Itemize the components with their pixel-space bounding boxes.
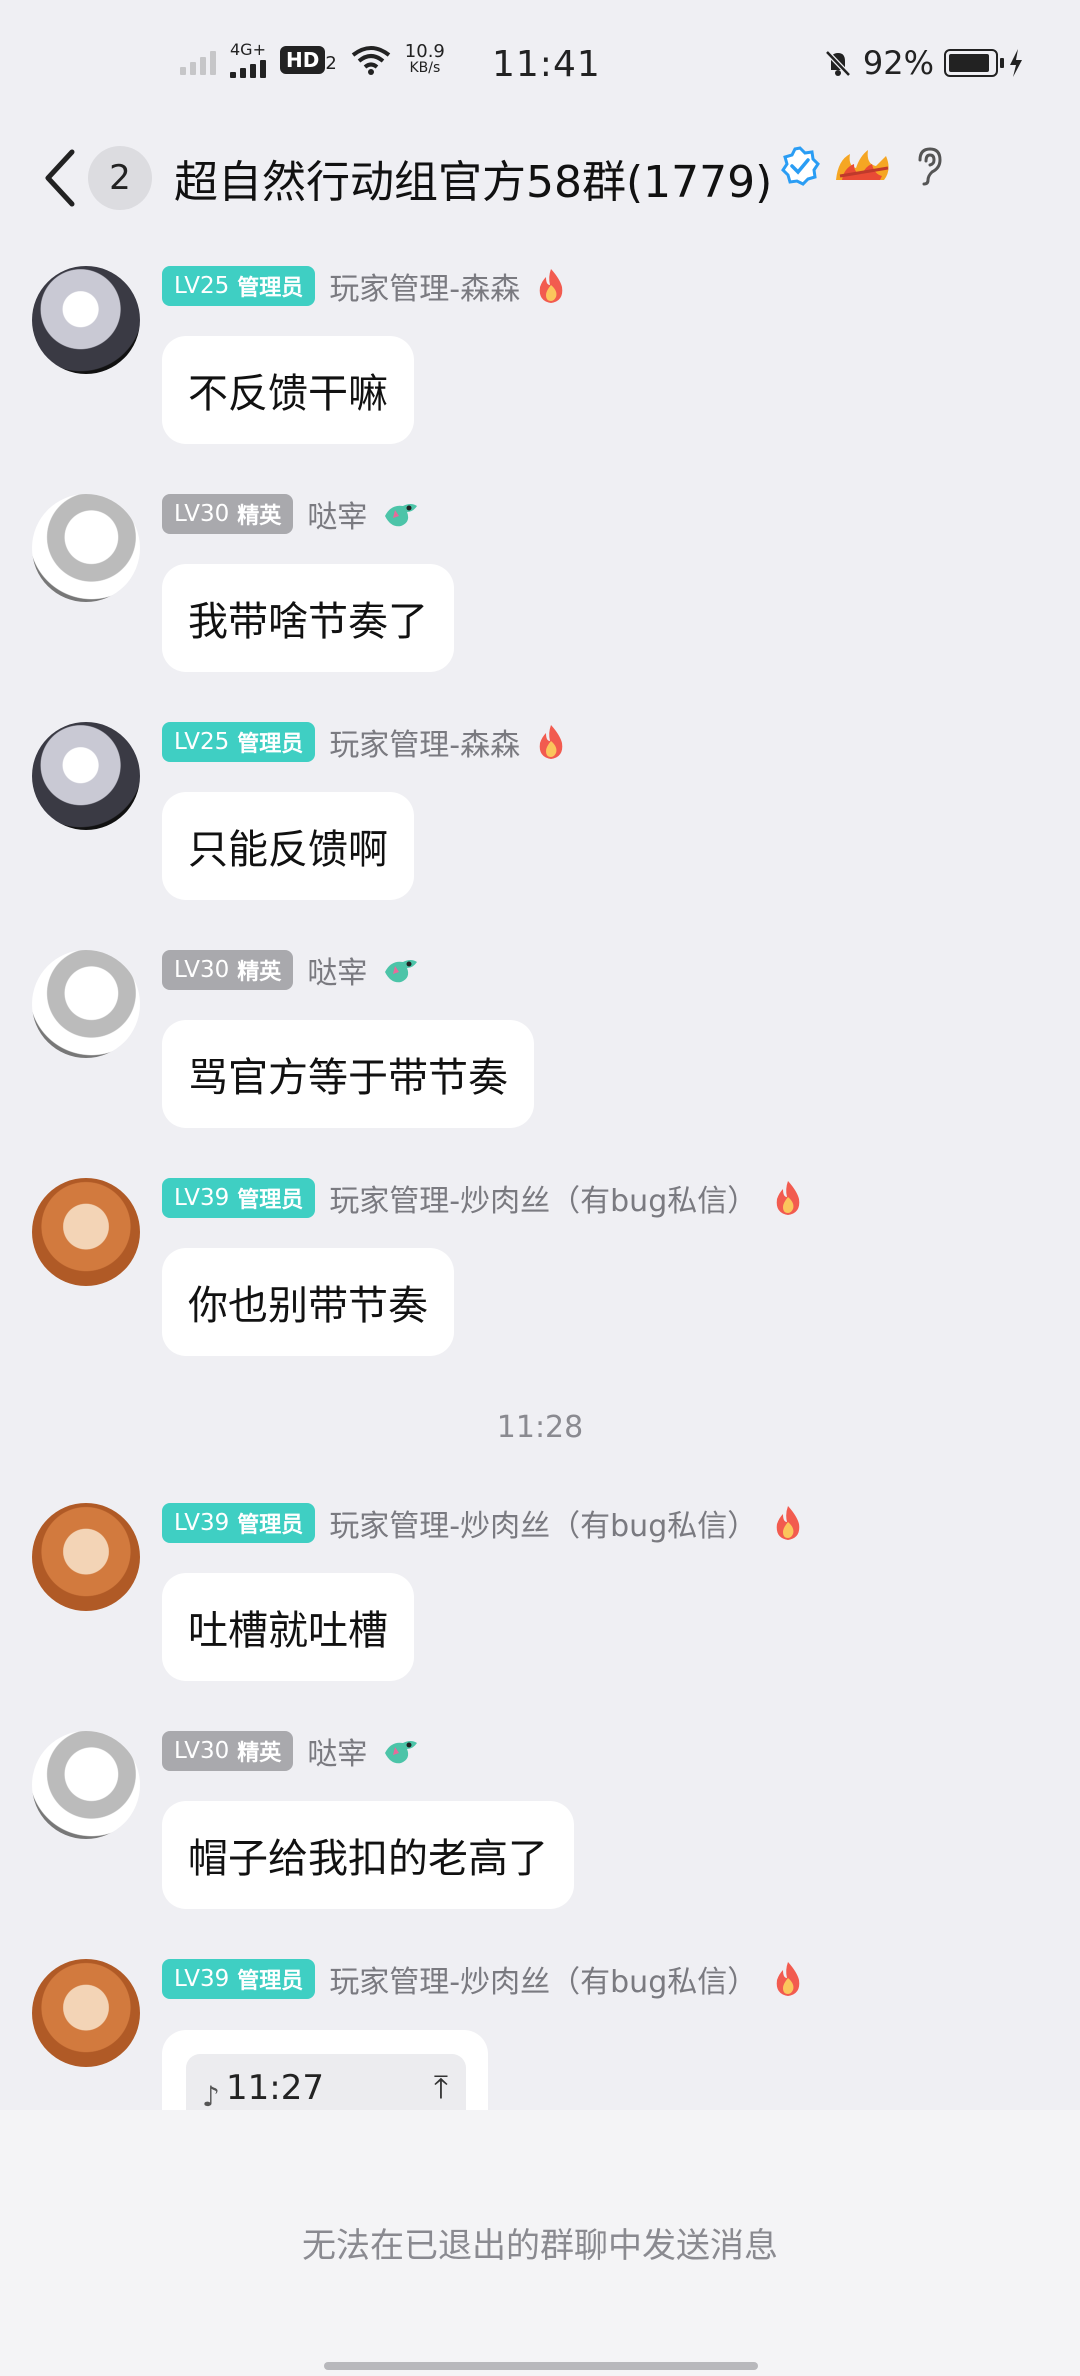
avatar[interactable] [32,1178,140,1286]
music-note-icon: ♪ [202,2080,220,2113]
avatar[interactable] [32,266,140,374]
sender-name[interactable]: 哒宰 [307,948,367,992]
level-badge: LV30 精英 [162,950,294,990]
message-bubble[interactable]: 我带啥节奏了 [162,564,454,672]
message-bubble[interactable]: 骂官方等于带节奏 [162,1020,534,1128]
sim1-signal-icon [180,45,216,75]
sender-name[interactable]: 哒宰 [307,492,367,536]
message-bubble[interactable]: 吐槽就吐槽 [162,1573,414,1681]
fire-title-icon [776,1181,800,1215]
avatar[interactable] [32,1959,140,2067]
sender-name[interactable]: 玩家管理-炒肉丝（有bug私信） [329,1176,757,1220]
level-badge: LV39 管理员 [162,1178,316,1218]
level-badge: LV39 管理员 [162,1959,316,1999]
ear-icon[interactable] [912,146,946,186]
mute-bell-icon [825,50,851,77]
pin-top-icon: ⤒ [433,2068,448,2106]
input-area-disabled: 无法在已退出的群聊中发送消息 [0,2110,1080,2376]
sender-name[interactable]: 玩家管理-炒肉丝（有bug私信） [329,1957,757,2001]
sender-name[interactable]: 玩家管理-炒肉丝（有bug私信） [329,1501,757,1545]
level-badge: LV25 管理员 [162,722,316,762]
level-badge: LV39 管理员 [162,1503,316,1543]
speed-value: 10.9 [404,41,445,62]
dragon-title-icon [385,960,418,983]
hd-icon: HD [280,46,326,74]
sender-name[interactable]: 玩家管理-森森 [329,264,520,308]
sender-name[interactable]: 玩家管理-森森 [329,720,520,764]
group-fire-badge-icon [836,150,889,180]
status-bar: 4G+ HD 2 10.9 KB/s 11:41 92% [0,0,1080,132]
verified-icon [781,146,820,186]
avatar[interactable] [32,722,140,830]
fire-title-icon [539,269,563,303]
clock: 11:41 [492,44,601,85]
sim2-signal-icon [230,58,266,78]
level-badge: LV25 管理员 [162,266,316,306]
cannot-send-notice: 无法在已退出的群聊中发送消息 [302,2226,778,2266]
message-bubble[interactable]: 只能反馈啊 [162,792,414,900]
network-type: 4G+ [230,40,266,59]
battery-percent: 92% [862,44,934,82]
message-bubble[interactable]: 不反馈干嘛 [162,336,414,444]
time-divider: 11:28 [496,1410,584,1445]
hd-sub: 2 [325,53,337,74]
message-bubble[interactable]: 你也别带节奏 [162,1248,454,1356]
battery-icon [944,49,1004,77]
sender-name[interactable]: 哒宰 [307,1729,367,1773]
avatar[interactable] [32,950,140,1058]
fire-title-icon [776,1506,800,1540]
avatar[interactable] [32,1731,140,1839]
avatar[interactable] [32,494,140,602]
level-badge: LV30 精英 [162,1731,294,1771]
dragon-title-icon [385,504,418,527]
voice-time: 11:27 [226,2068,324,2108]
avatar[interactable] [32,1503,140,1611]
home-indicator[interactable] [324,2362,758,2370]
group-title[interactable]: 超自然行动组官方58群(1779) [174,146,772,210]
unread-count-badge[interactable]: 2 [88,146,152,210]
dragon-title-icon [385,1741,418,1764]
fire-title-icon [539,725,563,759]
speed-unit: KB/s [409,60,441,76]
fire-title-icon [776,1962,800,1996]
level-badge: LV30 精英 [162,494,294,534]
message-bubble[interactable]: 帽子给我扣的老高了 [162,1801,574,1909]
wifi-icon [351,46,391,75]
chat-header: 2 超自然行动组官方58群(1779) [0,132,1080,232]
charging-icon [1010,49,1022,77]
